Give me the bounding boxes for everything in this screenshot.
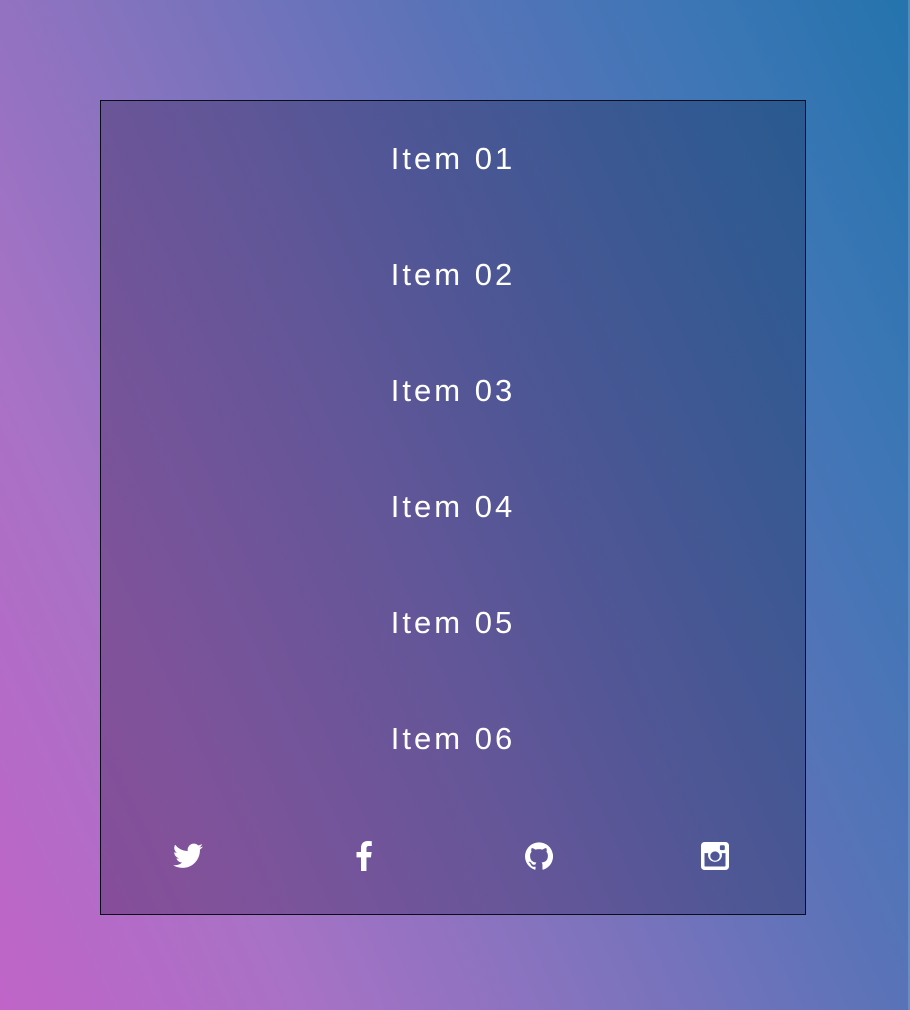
menu-item-label: Item 06 — [390, 721, 516, 756]
menu-item-label: Item 04 — [390, 489, 516, 524]
menu-item-06[interactable]: Item 06 — [101, 711, 805, 767]
github-icon — [525, 842, 553, 870]
instagram-icon — [701, 842, 729, 870]
social-links-bar — [101, 831, 805, 881]
menu-panel: Item 01 Item 02 Item 03 Item 04 Item 05 … — [100, 100, 806, 915]
github-link[interactable] — [521, 838, 557, 874]
menu-item-03[interactable]: Item 03 — [101, 363, 805, 419]
menu-item-label: Item 03 — [390, 373, 516, 408]
menu-item-label: Item 01 — [390, 141, 516, 176]
menu-item-05[interactable]: Item 05 — [101, 595, 805, 651]
menu-item-label: Item 02 — [390, 257, 516, 292]
menu-item-02[interactable]: Item 02 — [101, 247, 805, 303]
menu-item-01[interactable]: Item 01 — [101, 131, 805, 187]
menu-item-04[interactable]: Item 04 — [101, 479, 805, 535]
instagram-link[interactable] — [697, 838, 733, 874]
twitter-link[interactable] — [170, 838, 206, 874]
facebook-icon — [356, 841, 372, 871]
facebook-link[interactable] — [346, 838, 382, 874]
twitter-icon — [173, 843, 203, 868]
menu-item-label: Item 05 — [390, 605, 516, 640]
